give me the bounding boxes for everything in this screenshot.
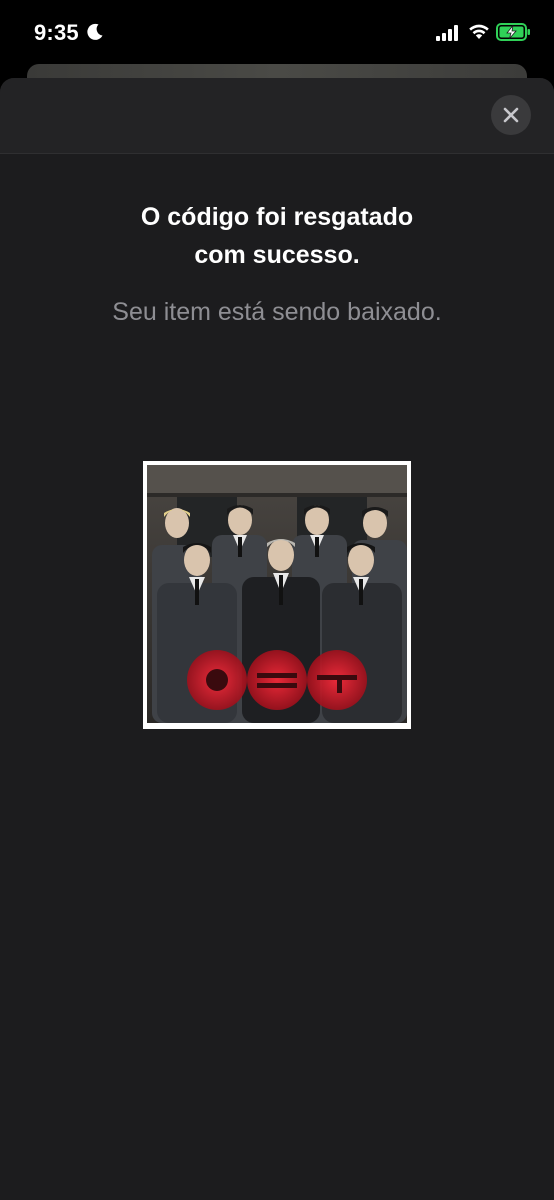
redeem-success-sheet: O código foi resgatado com sucesso. Seu … [0,78,554,1200]
wifi-icon [469,24,489,39]
close-button[interactable] [491,95,531,135]
success-title-line1: O código foi resgatado [140,203,414,231]
moon-icon [87,23,103,40]
battery-charging-icon [496,23,530,41]
album-cover-image [143,461,411,729]
status-time: 9:35 [34,20,79,45]
sheet-header [0,78,554,154]
status-bar: 9:35 [0,0,554,62]
screen: 9:35 O código foi resgatado com sucesso.… [0,0,554,1200]
album-cover-artwork [147,465,407,723]
success-title-line2: com sucesso. [194,241,360,269]
close-icon [503,107,519,123]
download-status-text: Seu item está sendo baixado. [112,298,442,326]
success-title: O código foi resgatado com sucesso. [0,198,554,274]
signal-icon [436,25,458,41]
